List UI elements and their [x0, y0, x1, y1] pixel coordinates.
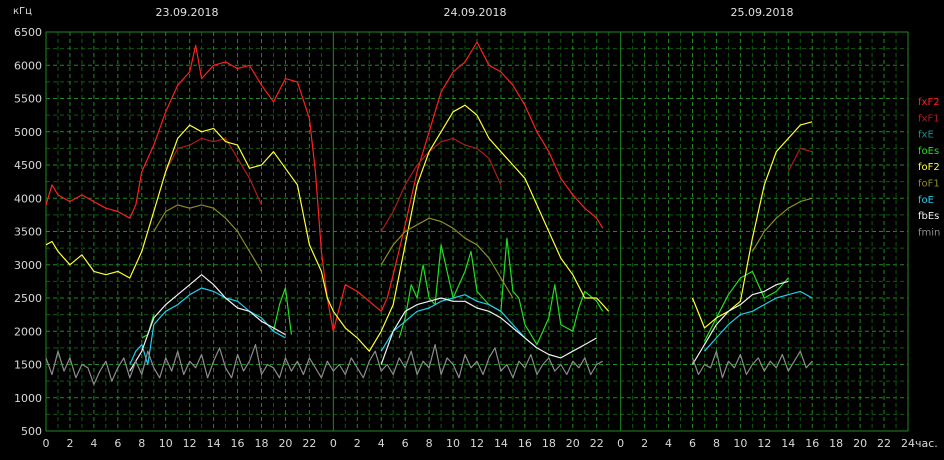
x-tick-label: 16: [805, 437, 819, 450]
legend: fxF2 fxF1 fxE foEs foF2 foF1 foE fbEs fmin: [918, 97, 940, 238]
x-tick-label: 4: [665, 437, 672, 450]
legend-entry-foF1: foF1: [918, 179, 940, 190]
x-tick-label: 20: [853, 437, 867, 450]
x-tick-label: 22: [302, 437, 316, 450]
y-tick-label: 1000: [14, 392, 42, 405]
x-tick-label: 6: [402, 437, 409, 450]
y-tick-label: 3500: [14, 226, 42, 239]
x-tick-label: 8: [426, 437, 433, 450]
y-tick-label: 3000: [14, 259, 42, 272]
y-tick-label: 2500: [14, 292, 42, 305]
x-tick-label: 16: [231, 437, 245, 450]
y-tick-label: 4000: [14, 192, 42, 205]
x-tick-label: 4: [90, 437, 97, 450]
legend-entry-fxF1: fxF1: [918, 113, 940, 124]
x-tick-label: 24: [901, 437, 915, 450]
x-tick-label: 18: [255, 437, 269, 450]
y-tick-label: 6500: [14, 26, 42, 39]
x-tick-label: 10: [159, 437, 173, 450]
x-tick-label: 14: [494, 437, 508, 450]
legend-entry-foEs: foEs: [918, 146, 939, 157]
x-tick-label: 0: [330, 437, 337, 450]
x-tick-label: 14: [781, 437, 795, 450]
x-tick-label: 14: [207, 437, 221, 450]
legend-entry-fmin: fmin: [918, 227, 940, 238]
y-tick-label: 4500: [14, 159, 42, 172]
x-tick-label: 12: [183, 437, 197, 450]
x-tick-label: 6: [114, 437, 121, 450]
day-label-2: 24.09.2018: [444, 6, 507, 19]
legend-entry-fxE: fxE: [918, 130, 934, 141]
x-tick-label: 2: [354, 437, 361, 450]
legend-entry-fxF2: fxF2: [918, 97, 940, 108]
x-tick-label: 8: [138, 437, 145, 450]
x-tick-label: 6: [689, 437, 696, 450]
x-tick-label: 0: [43, 437, 50, 450]
x-tick-label: 10: [446, 437, 460, 450]
day-label-1: 23.09.2018: [156, 6, 219, 19]
x-tick-label: 2: [641, 437, 648, 450]
y-tick-label: 1500: [14, 359, 42, 372]
x-tick-label: 2: [66, 437, 73, 450]
y-tick-label: 5500: [14, 93, 42, 106]
x-tick-label: 12: [470, 437, 484, 450]
x-tick-label: 22: [877, 437, 891, 450]
x-tick-label: 20: [566, 437, 580, 450]
x-tick-label: 18: [829, 437, 843, 450]
x-tick-label: 4: [378, 437, 385, 450]
x-unit-label: час.: [915, 437, 938, 450]
y-tick-label: 6000: [14, 59, 42, 72]
x-tick-label: 10: [733, 437, 747, 450]
y-tick-label: 2000: [14, 325, 42, 338]
legend-entry-foF2: foF2: [918, 162, 940, 173]
x-tick-label: 22: [590, 437, 604, 450]
legend-entry-fbEs: fbEs: [918, 211, 939, 222]
y-tick-label: 500: [21, 425, 42, 438]
x-tick-label: 16: [518, 437, 532, 450]
x-tick-label: 18: [542, 437, 556, 450]
x-tick-label: 12: [757, 437, 771, 450]
x-tick-label: 0: [617, 437, 624, 450]
y-unit-label: кГц: [13, 6, 32, 17]
y-tick-label: 5000: [14, 126, 42, 139]
x-tick-label: 8: [713, 437, 720, 450]
x-tick-label: 20: [278, 437, 292, 450]
day-label-3: 25.09.2018: [731, 6, 794, 19]
ionosphere-chart: 5001000150020002500300035004000450050005…: [0, 0, 944, 460]
legend-entry-foE: foE: [918, 195, 934, 206]
